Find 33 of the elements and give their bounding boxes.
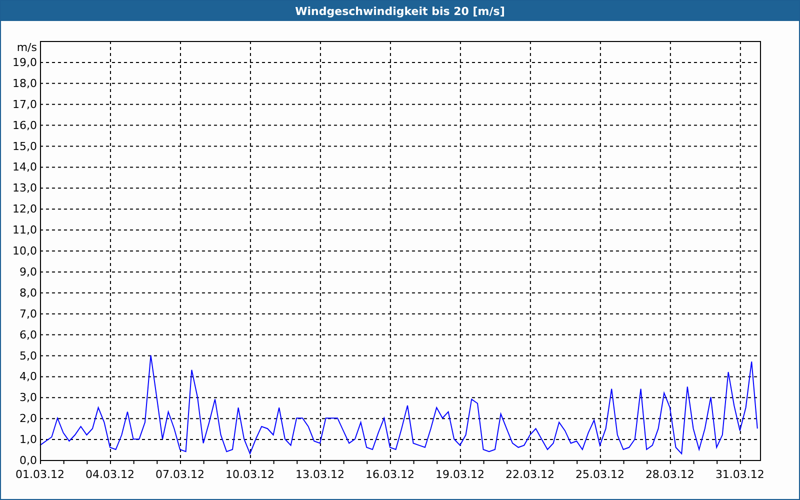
axis-tick-label: 4,0: [20, 370, 37, 384]
axis-tick-label: 17,0: [12, 98, 37, 111]
axis-tick-label: 10.03.12: [226, 468, 274, 481]
axis-tick-label: 28.03.12: [645, 468, 694, 481]
axis-tick-label: 25.03.12: [575, 468, 624, 481]
axis-tick-label: 8,0: [20, 286, 37, 300]
axis-label: m/s: [16, 41, 37, 54]
axis-tick-label: 1,0: [20, 433, 37, 446]
axis-tick-label: 0,0: [20, 454, 37, 467]
axis-tick-label: 5,0: [20, 349, 37, 362]
axis-tick-label: 01.03.12: [16, 468, 64, 481]
axis-tick-label: 10,0: [12, 244, 37, 258]
axis-tick-label: 12,0: [12, 202, 37, 216]
axis-tick-label: 3,0: [20, 391, 37, 404]
axis-tick-label: 04.03.12: [86, 468, 134, 481]
axis-tick-label: 07.03.12: [156, 468, 204, 481]
axis-tick-label: 19.03.12: [435, 468, 484, 481]
axis-tick-label: 14,0: [12, 160, 37, 174]
axis-tick-label: 31.03.12: [715, 468, 764, 481]
axis-tick-label: 22.03.12: [505, 468, 554, 481]
axis-tick-label: 15,0: [12, 140, 37, 153]
axis-tick-label: 18,0: [12, 76, 37, 90]
axis-tick-label: 6,0: [20, 328, 37, 342]
axis-tick-label: 7,0: [20, 307, 37, 320]
axis-tick-label: 2,0: [20, 412, 37, 426]
axis-tick-label: 11,0: [12, 224, 37, 237]
axis-tick-label: 16.03.12: [365, 468, 414, 481]
chart-title: Windgeschwindigkeit bis 20 [m/s]: [295, 4, 505, 18]
axis-tick-label: 16,0: [12, 118, 37, 132]
axis-tick-label: 9,0: [20, 265, 37, 278]
axis-tick-label: 13.03.12: [295, 468, 344, 481]
axis-tick-label: 13,0: [12, 182, 37, 195]
axis-tick-label: 19,0: [12, 56, 37, 69]
